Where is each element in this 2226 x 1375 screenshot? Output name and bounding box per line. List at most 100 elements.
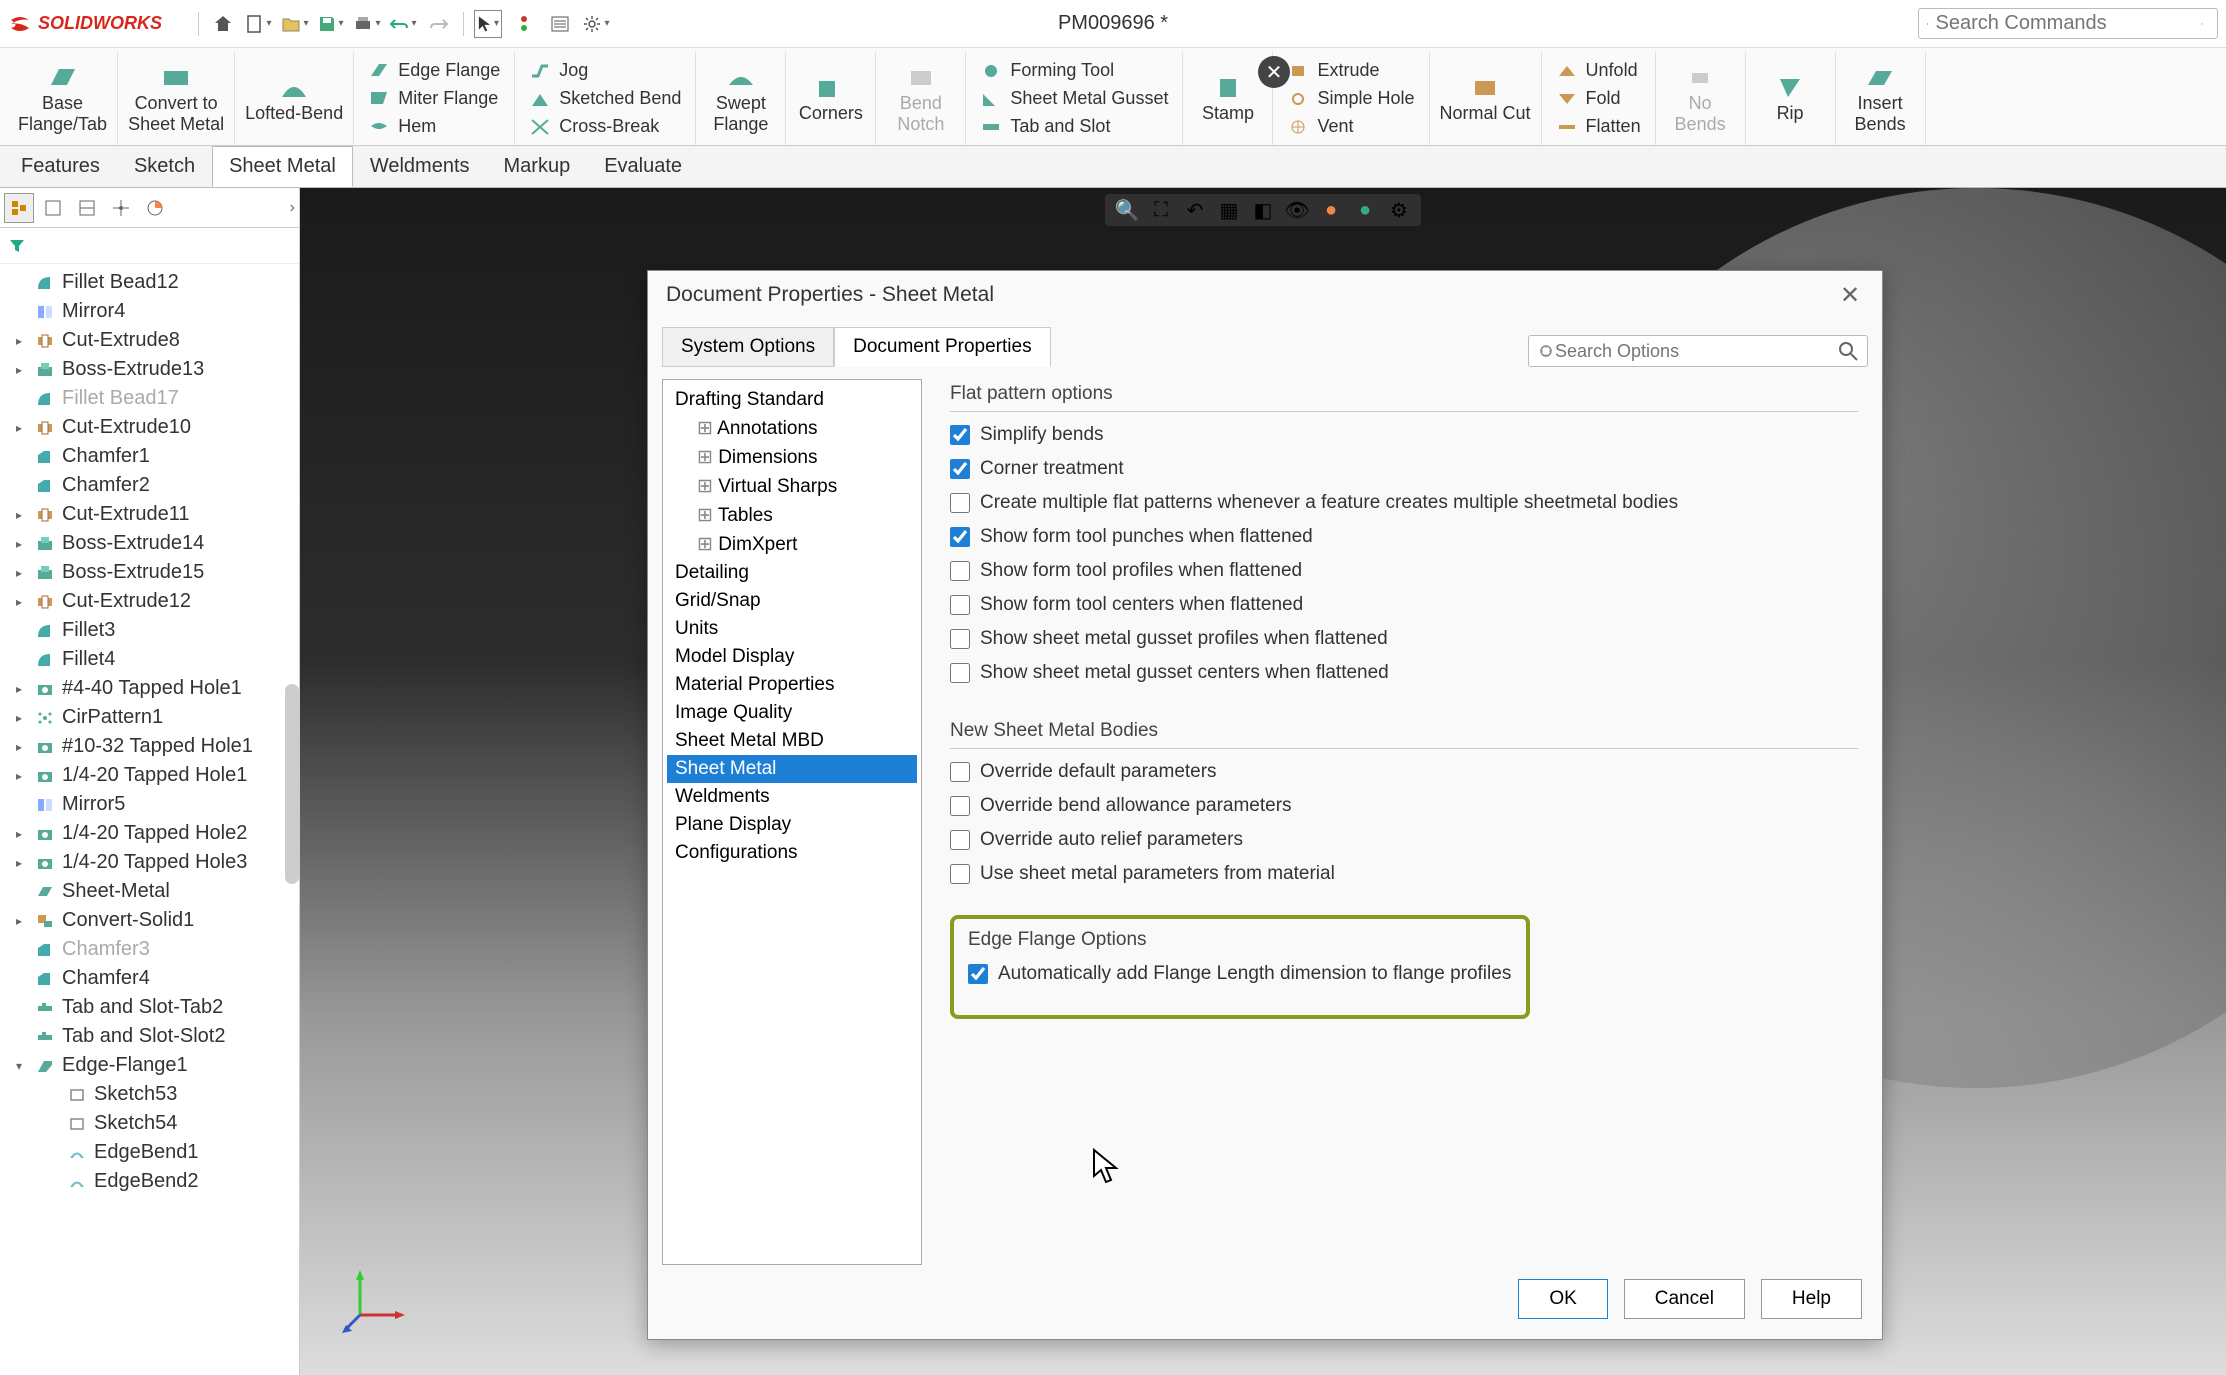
expander-icon[interactable]: ▸ — [16, 334, 28, 348]
tree-item[interactable]: ▸Cut-Extrude11 — [0, 500, 299, 529]
nav-item-dimensions[interactable]: ⊞ Dimensions — [667, 443, 917, 472]
tab-markup[interactable]: Markup — [487, 146, 588, 187]
scene-icon[interactable]: ● — [1353, 198, 1377, 222]
extrude-button[interactable]: Extrude — [1283, 58, 1418, 84]
redo-icon[interactable] — [425, 10, 453, 38]
tree-item[interactable]: Mirror4 — [0, 297, 299, 326]
checkbox[interactable] — [950, 493, 970, 513]
cancel-button[interactable]: Cancel — [1624, 1279, 1745, 1319]
option-checkbox[interactable]: Override auto relief parameters — [950, 829, 1858, 851]
nav-item-drafting-standard[interactable]: Drafting Standard — [667, 386, 917, 414]
undo-icon[interactable] — [389, 10, 417, 38]
zoom-area-icon[interactable]: ⛶ — [1149, 198, 1173, 222]
tree-item[interactable]: Chamfer3 — [0, 935, 299, 964]
nav-item-dimxpert[interactable]: ⊞ DimXpert — [667, 530, 917, 559]
tree-item[interactable]: ▸Boss-Extrude13 — [0, 355, 299, 384]
print-icon[interactable] — [353, 10, 381, 38]
appearance-icon[interactable]: ● — [1319, 198, 1343, 222]
dialog-tab-system-options[interactable]: System Options — [662, 327, 834, 367]
tab-sheet-metal[interactable]: Sheet Metal — [212, 146, 353, 187]
tab-features[interactable]: Features — [4, 146, 117, 187]
checkbox[interactable] — [950, 459, 970, 479]
tree-item[interactable]: ▸Convert-Solid1 — [0, 906, 299, 935]
nav-item-annotations[interactable]: ⊞ Annotations — [667, 414, 917, 443]
tree-item[interactable]: Fillet Bead12 — [0, 268, 299, 297]
close-badge-icon[interactable]: ✕ — [1258, 56, 1290, 88]
property-tab[interactable] — [38, 193, 68, 223]
view-settings-icon[interactable]: ⚙ — [1387, 198, 1411, 222]
search-options[interactable] — [1528, 335, 1868, 367]
tree-item[interactable]: ▸Boss-Extrude14 — [0, 529, 299, 558]
feature-tree-tab[interactable] — [4, 193, 34, 223]
nav-item-image-quality[interactable]: Image Quality — [667, 699, 917, 727]
expand-icon[interactable]: › — [290, 199, 295, 217]
option-checkbox[interactable]: Automatically add Flange Length dimensio… — [968, 963, 1512, 985]
lofted-bend-button[interactable]: Lofted-Bend — [235, 52, 354, 145]
expander-icon[interactable]: ▾ — [16, 1059, 28, 1073]
expander-icon[interactable]: ▸ — [16, 769, 28, 783]
save-icon[interactable] — [317, 10, 345, 38]
settings-icon[interactable] — [582, 10, 610, 38]
options-list-icon[interactable] — [546, 10, 574, 38]
dimxpert-tab[interactable] — [106, 193, 136, 223]
miter-flange-button[interactable]: Miter Flange — [364, 86, 504, 112]
insert-bends-button[interactable]: Insert Bends — [1836, 52, 1926, 145]
section-icon[interactable]: ▦ — [1217, 198, 1241, 222]
base-flange-button[interactable]: Base Flange/Tab — [8, 52, 118, 145]
display-tab[interactable] — [140, 193, 170, 223]
tab-evaluate[interactable]: Evaluate — [587, 146, 699, 187]
tree-item[interactable]: Sketch54 — [0, 1109, 299, 1138]
tree-item[interactable]: ▸1/4-20 Tapped Hole2 — [0, 819, 299, 848]
search-input[interactable] — [1936, 12, 2201, 35]
tree-item[interactable]: Mirror5 — [0, 790, 299, 819]
option-checkbox[interactable]: Simplify bends — [950, 424, 1858, 446]
nav-item-detailing[interactable]: Detailing — [667, 559, 917, 587]
checkbox[interactable] — [950, 762, 970, 782]
tree-item[interactable]: ▾Edge-Flange1 — [0, 1051, 299, 1080]
checkbox[interactable] — [950, 796, 970, 816]
checkbox[interactable] — [950, 830, 970, 850]
tree-item[interactable]: Chamfer4 — [0, 964, 299, 993]
nav-item-weldments[interactable]: Weldments — [667, 783, 917, 811]
nav-item-sheet-metal[interactable]: Sheet Metal — [667, 755, 917, 783]
hem-button[interactable]: Hem — [364, 114, 504, 140]
option-checkbox[interactable]: Show sheet metal gusset profiles when fl… — [950, 628, 1858, 650]
feature-tree[interactable]: Fillet Bead12Mirror4▸Cut-Extrude8▸Boss-E… — [0, 264, 299, 1375]
tree-item[interactable]: Tab and Slot-Tab2 — [0, 993, 299, 1022]
rip-button[interactable]: Rip — [1746, 52, 1836, 145]
simple-hole-button[interactable]: Simple Hole — [1283, 86, 1418, 112]
scrollbar[interactable] — [285, 684, 299, 884]
nav-item-units[interactable]: Units — [667, 615, 917, 643]
option-checkbox[interactable]: Show form tool centers when flattened — [950, 594, 1858, 616]
zoom-fit-icon[interactable]: 🔍 — [1115, 198, 1139, 222]
option-checkbox[interactable]: Create multiple flat patterns whenever a… — [950, 492, 1858, 514]
checkbox[interactable] — [950, 561, 970, 581]
nav-item-tables[interactable]: ⊞ Tables — [667, 501, 917, 530]
tab-slot-button[interactable]: Tab and Slot — [976, 114, 1172, 140]
expander-icon[interactable]: ▸ — [16, 508, 28, 522]
swept-flange-button[interactable]: Swept Flange — [696, 52, 786, 145]
nav-item-virtual-sharps[interactable]: ⊞ Virtual Sharps — [667, 472, 917, 501]
convert-sheetmetal-button[interactable]: Convert to Sheet Metal — [118, 52, 235, 145]
checkbox[interactable] — [968, 964, 988, 984]
checkbox[interactable] — [950, 527, 970, 547]
expander-icon[interactable]: ▸ — [16, 827, 28, 841]
nav-item-sheet-metal-mbd[interactable]: Sheet Metal MBD — [667, 727, 917, 755]
checkbox[interactable] — [950, 595, 970, 615]
corners-button[interactable]: Corners — [786, 52, 876, 145]
tree-item[interactable]: EdgeBend2 — [0, 1167, 299, 1196]
expander-icon[interactable]: ▸ — [16, 363, 28, 377]
tree-item[interactable]: Fillet4 — [0, 645, 299, 674]
flatten-button[interactable]: Flatten — [1552, 114, 1645, 140]
checkbox[interactable] — [950, 663, 970, 683]
nav-item-plane-display[interactable]: Plane Display — [667, 811, 917, 839]
tree-item[interactable]: Chamfer1 — [0, 442, 299, 471]
tree-item[interactable]: Fillet3 — [0, 616, 299, 645]
edge-flange-button[interactable]: Edge Flange — [364, 58, 504, 84]
prev-view-icon[interactable]: ↶ — [1183, 198, 1207, 222]
expander-icon[interactable]: ▸ — [16, 914, 28, 928]
dialog-tab-document-properties[interactable]: Document Properties — [834, 327, 1050, 367]
checkbox[interactable] — [950, 629, 970, 649]
checkbox[interactable] — [950, 864, 970, 884]
expander-icon[interactable]: ▸ — [16, 682, 28, 696]
